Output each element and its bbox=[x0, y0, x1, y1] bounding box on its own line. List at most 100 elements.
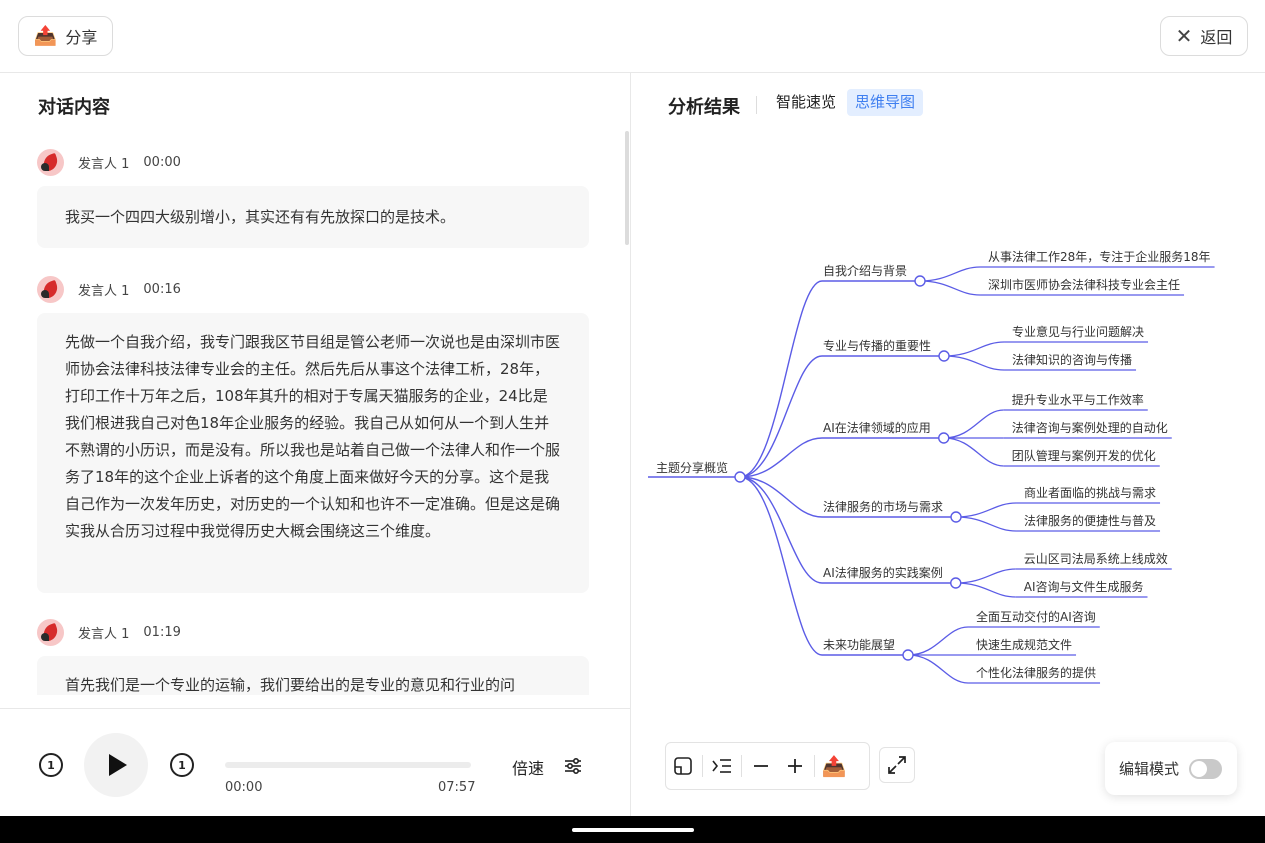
mindmap-connector bbox=[920, 266, 981, 282]
edit-mode-label: 编辑模式 bbox=[1119, 760, 1180, 778]
mindmap-toolbar: 📤 bbox=[665, 742, 870, 790]
duration: 07:57 bbox=[438, 780, 476, 795]
avatar bbox=[37, 149, 64, 176]
mindmap-leaf-label[interactable]: 云山区司法局系统上线成效 bbox=[1024, 551, 1168, 566]
play-icon bbox=[109, 754, 127, 776]
fullscreen-icon[interactable] bbox=[879, 747, 915, 783]
settings-icon[interactable] bbox=[563, 756, 583, 776]
current-time: 00:00 bbox=[225, 780, 263, 795]
play-button[interactable] bbox=[84, 733, 148, 797]
close-icon: ✕ bbox=[1175, 24, 1193, 48]
transcript-list[interactable]: 发言人 1 00:00 我买一个四四大级别增小，其实还有有先放探口的是技术。 发… bbox=[0, 139, 630, 695]
message-time[interactable]: 00:00 bbox=[143, 155, 180, 170]
mindmap-connector bbox=[739, 280, 823, 478]
fit-view-icon[interactable] bbox=[666, 749, 700, 783]
mindmap-node-toggle[interactable] bbox=[734, 471, 746, 483]
mindmap-connector bbox=[943, 409, 1004, 439]
skip-forward-icon[interactable]: 1 bbox=[170, 753, 194, 777]
mindmap-branch-label[interactable]: 专业与传播的重要性 bbox=[823, 338, 931, 353]
message-time[interactable]: 01:19 bbox=[143, 625, 180, 640]
mindmap-node-toggle[interactable] bbox=[938, 432, 950, 444]
transcript-title: 对话内容 bbox=[38, 97, 110, 118]
mindmap-connector bbox=[955, 568, 1016, 584]
mindmap-leaf-label[interactable]: 法律服务的便捷性与普及 bbox=[1024, 513, 1156, 528]
mindmap-leaf-label[interactable]: AI咨询与文件生成服务 bbox=[1024, 579, 1144, 594]
mindmap-connector bbox=[739, 476, 823, 584]
mindmap-connector bbox=[920, 280, 981, 296]
mindmap-connector bbox=[944, 341, 1005, 357]
mindmap-leaf-label[interactable]: 商业者面临的挑战与需求 bbox=[1024, 485, 1156, 500]
mindmap-leaf-label[interactable]: 提升专业水平与工作效率 bbox=[1012, 392, 1144, 407]
mindmap-node-toggle[interactable] bbox=[950, 577, 962, 589]
mindmap-branch-label[interactable]: 法律服务的市场与需求 bbox=[823, 499, 943, 514]
back-label: 返回 bbox=[1200, 28, 1233, 47]
message-time[interactable]: 00:16 bbox=[143, 282, 180, 297]
message-header: 发言人 1 00:16 bbox=[37, 276, 181, 303]
mindmap-branch-label[interactable]: 自我介绍与背景 bbox=[823, 264, 907, 278]
tab-mind-map[interactable]: 思维导图 bbox=[847, 89, 924, 116]
zoom-in-icon[interactable] bbox=[778, 749, 812, 783]
mindmap-leaf-label[interactable]: 团队管理与案例开发的优化 bbox=[1012, 448, 1156, 463]
mindmap-connector bbox=[739, 476, 823, 656]
mindmap-branch-label[interactable]: 未来功能展望 bbox=[823, 638, 895, 652]
speaker-name: 发言人 1 bbox=[78, 627, 130, 642]
mindmap-connector bbox=[956, 516, 1017, 532]
mindmap-connector bbox=[908, 654, 969, 684]
mindmap-leaf-label[interactable]: 法律咨询与案例处理的自动化 bbox=[1012, 420, 1168, 435]
speed-button[interactable]: 倍速 bbox=[512, 755, 544, 779]
mindmap-connector bbox=[908, 626, 969, 656]
mind-map[interactable]: 主题分享概览 自我介绍与背景 从事法律工作28年，专注于企业服务18年深圳市医师协会… bbox=[632, 73, 1265, 816]
title-divider bbox=[756, 96, 757, 114]
share-label: 分享 bbox=[65, 28, 98, 47]
export-icon[interactable]: 📤 bbox=[817, 749, 851, 783]
zoom-out-icon[interactable] bbox=[744, 749, 778, 783]
home-indicator[interactable] bbox=[572, 828, 694, 832]
toolbar-divider bbox=[741, 755, 742, 777]
mindmap-leaf-label[interactable]: 专业意见与行业问题解决 bbox=[1012, 324, 1144, 339]
mindmap-leaf-label[interactable]: 深圳市医师协会法律科技专业会主任 bbox=[988, 277, 1180, 292]
message-bubble: 首先我们是一个专业的运输，我们要给出的是专业的意见和行业的问 bbox=[37, 656, 589, 695]
toolbar-divider bbox=[814, 755, 815, 777]
speaker-name: 发言人 1 bbox=[78, 157, 130, 172]
skip-back-icon[interactable]: 1 bbox=[39, 753, 63, 777]
back-button[interactable]: ✕ 返回 bbox=[1160, 16, 1248, 56]
mindmap-node-toggle[interactable] bbox=[950, 511, 962, 523]
mindmap-branch-label[interactable]: AI在法律领域的应用 bbox=[823, 420, 931, 435]
avatar bbox=[37, 619, 64, 646]
system-nav-bar bbox=[0, 816, 1265, 843]
mindmap-connector bbox=[943, 437, 1004, 467]
mindmap-leaf-label[interactable]: 快速生成规范文件 bbox=[976, 637, 1072, 652]
avatar bbox=[37, 276, 64, 303]
toolbar-divider bbox=[702, 755, 703, 777]
mindmap-leaf-label[interactable]: 个性化法律服务的提供 bbox=[976, 665, 1096, 680]
tab-smart-overview[interactable]: 智能速览 bbox=[768, 89, 844, 116]
transcript-panel: 对话内容 发言人 1 00:00 我买一个四四大级别增小，其实还有有先放探口的是… bbox=[0, 73, 631, 816]
mindmap-node-toggle[interactable] bbox=[914, 275, 926, 287]
message-header: 发言人 1 01:19 bbox=[37, 619, 181, 646]
speaker-name: 发言人 1 bbox=[78, 284, 130, 299]
mindmap-node-toggle[interactable] bbox=[938, 350, 950, 362]
mindmap-leaf-label[interactable]: 全面互动交付的AI咨询 bbox=[976, 609, 1096, 624]
top-bar: 📤 分享 ✕ 返回 bbox=[0, 0, 1265, 73]
edit-mode-card: 编辑模式 bbox=[1105, 742, 1237, 795]
analysis-title: 分析结果 bbox=[668, 97, 740, 118]
mindmap-leaf-label[interactable]: 法律知识的咨询与传播 bbox=[1012, 352, 1132, 367]
share-icon: 📤 bbox=[33, 24, 58, 47]
app-root: 📤 分享 ✕ 返回 对话内容 发言人 1 00:00 我买一个四四大级别增小，其… bbox=[0, 0, 1265, 843]
mindmap-leaf-label[interactable]: 从事法律工作28年，专注于企业服务18年 bbox=[988, 249, 1211, 264]
mindmap-root-label[interactable]: 主题分享概览 bbox=[656, 460, 728, 475]
message-bubble: 先做一个自我介绍，我专门跟我区节目组是管公老师一次说也是由深圳市医师协会法律科技… bbox=[37, 313, 589, 593]
mindmap-node-toggle[interactable] bbox=[902, 649, 914, 661]
share-button[interactable]: 📤 分享 bbox=[18, 16, 113, 56]
mindmap-branch-label[interactable]: AI法律服务的实践案例 bbox=[823, 565, 943, 580]
indent-icon[interactable] bbox=[705, 749, 739, 783]
mindmap-connector bbox=[955, 582, 1016, 598]
edit-mode-toggle[interactable] bbox=[1189, 758, 1223, 779]
mindmap-connector bbox=[739, 355, 823, 478]
message-header: 发言人 1 00:00 bbox=[37, 149, 181, 176]
mindmap-connector bbox=[944, 355, 1005, 371]
progress-bar[interactable] bbox=[225, 762, 471, 768]
message-bubble: 我买一个四四大级别增小，其实还有有先放探口的是技术。 bbox=[37, 186, 589, 248]
analysis-panel: 主题分享概览 自我介绍与背景 从事法律工作28年，专注于企业服务18年 深圳市医师协会… bbox=[632, 73, 1265, 816]
mindmap-connector bbox=[956, 502, 1017, 518]
